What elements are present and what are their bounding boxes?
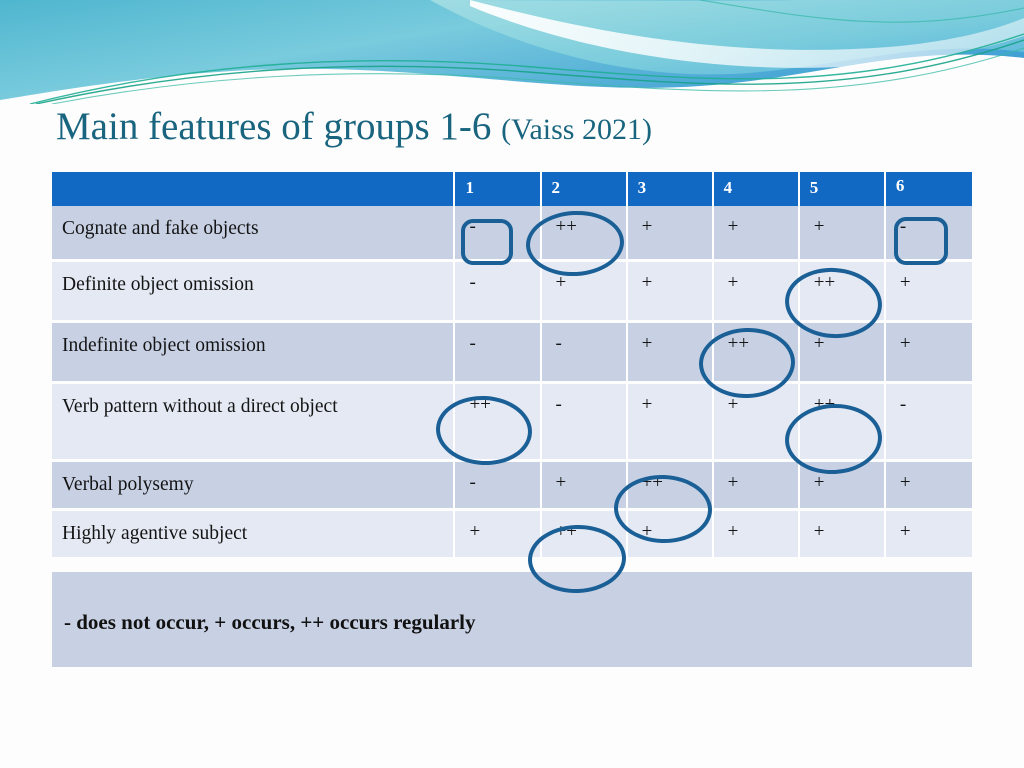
cell-r2c6: + (885, 262, 972, 323)
table-row: Indefinite object omission - - + ++ + + (52, 323, 972, 384)
cell-r4c5: ++ (799, 384, 886, 462)
cell-r5c5: + (799, 462, 886, 511)
row-label-verbal-polysemy: Verbal polysemy (52, 462, 456, 511)
features-table: 1 2 3 4 5 6 Cognate and fake objects - +… (52, 172, 972, 560)
row-label-highly-agentive-subject: Highly agentive subject (52, 511, 456, 560)
table-row: Verbal polysemy - + ++ + + + (52, 462, 972, 511)
page-title-main: Main features of groups 1-6 (56, 105, 492, 148)
cell-r4c4: + (713, 384, 800, 462)
cell-r4c6: - (885, 384, 972, 462)
cell-r1c3: + (627, 206, 714, 262)
cell-r1c2: ++ (541, 206, 628, 262)
row-label-definite-object-omission: Definite object omission (52, 262, 456, 323)
table-header-group-6: 6 (885, 172, 972, 206)
table-row: Cognate and fake objects - ++ + + + - (52, 206, 972, 262)
row-label-cognate-and-fake-objects: Cognate and fake objects (52, 206, 456, 262)
cell-r6c4: + (713, 511, 800, 560)
slide-canvas: Main features of groups 1-6 (Vaiss 2021)… (0, 0, 1024, 768)
legend-text: - does not occur, + occurs, ++ occurs re… (64, 610, 476, 634)
cell-r2c1: - (455, 262, 542, 323)
table-row: Highly agentive subject + ++ + + + + (52, 511, 972, 560)
cell-r3c1: - (455, 323, 542, 384)
table-header-group-3: 3 (627, 172, 714, 206)
cell-r2c2: + (541, 262, 628, 323)
features-table-wrapper: 1 2 3 4 5 6 Cognate and fake objects - +… (52, 172, 972, 560)
cell-r3c5: + (799, 323, 886, 384)
table-header-group-5: 5 (799, 172, 886, 206)
page-title-citation: (Vaiss 2021) (501, 113, 652, 146)
cell-r3c2: - (541, 323, 628, 384)
cell-r2c4: + (713, 262, 800, 323)
table-header: 1 2 3 4 5 6 (52, 172, 972, 206)
row-label-indefinite-object-omission: Indefinite object omission (52, 323, 456, 384)
table-header-group-1: 1 (455, 172, 542, 206)
cell-r5c2: + (541, 462, 628, 511)
cell-r4c1: ++ (455, 384, 542, 462)
cell-r2c3: + (627, 262, 714, 323)
cell-r5c6: + (885, 462, 972, 511)
cell-r5c1: - (455, 462, 542, 511)
cell-r5c4: + (713, 462, 800, 511)
cell-r1c6: - (885, 206, 972, 262)
cell-r1c4: + (713, 206, 800, 262)
table-header-group-2: 2 (541, 172, 628, 206)
cell-r4c3: + (627, 384, 714, 462)
cell-r4c2: - (541, 384, 628, 462)
table-header-row: 1 2 3 4 5 6 (52, 172, 972, 206)
table-body: Cognate and fake objects - ++ + + + - De… (52, 206, 972, 560)
header-wave-decoration (0, 0, 1024, 104)
table-row: Definite object omission - + + + ++ + (52, 262, 972, 323)
table-row: Verb pattern without a direct object ++ … (52, 384, 972, 462)
cell-r2c5: ++ (799, 262, 886, 323)
cell-r6c6: + (885, 511, 972, 560)
cell-r6c1: + (455, 511, 542, 560)
cell-r1c5: + (799, 206, 886, 262)
page-title: Main features of groups 1-6 (Vaiss 2021) (56, 104, 956, 153)
cell-r1c1: - (455, 206, 542, 262)
cell-r5c3: ++ (627, 462, 714, 511)
cell-r6c2: ++ (541, 511, 628, 560)
row-label-verb-pattern-without-a-direct-object: Verb pattern without a direct object (52, 384, 456, 462)
cell-r3c4: ++ (713, 323, 800, 384)
table-header-corner (52, 172, 456, 206)
cell-r6c3: + (627, 511, 714, 560)
cell-r3c6: + (885, 323, 972, 384)
cell-r6c5: + (799, 511, 886, 560)
table-header-group-4: 4 (713, 172, 800, 206)
cell-r3c3: + (627, 323, 714, 384)
